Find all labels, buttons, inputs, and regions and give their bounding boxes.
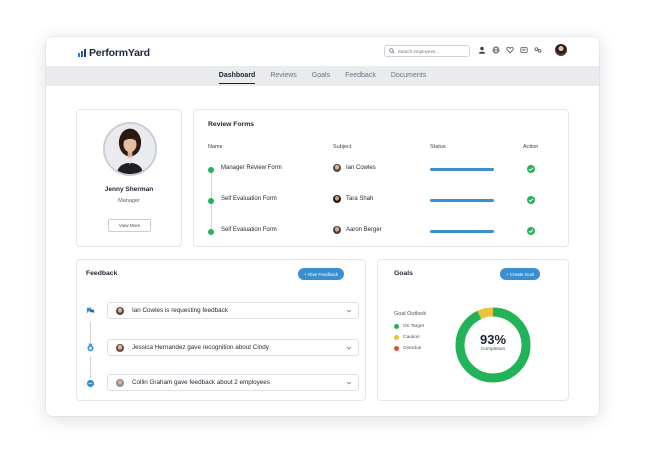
status-progress-bar [430,230,494,233]
tab-dashboard[interactable]: Dashboard [218,66,255,86]
link-icon[interactable] [534,46,542,54]
chevron-down-icon[interactable] [346,308,352,314]
legend-item: Overdue [394,346,421,351]
search-input[interactable] [397,48,469,54]
top-icon-bar [478,46,542,54]
column-header-subject: Subject [333,144,352,150]
legend-item: On Target [394,324,424,329]
legend-label: On Target [403,324,424,329]
search-icon [389,48,395,54]
subject-avatar [333,164,341,172]
subject-avatar [333,226,341,234]
goal-outlook-title: Goal Outlook [394,311,427,317]
logo-mark-icon [78,49,86,57]
legend-dot [394,346,399,351]
profile-photo [103,122,157,176]
list-item[interactable]: Jessica Hernandez gave recognition about… [107,339,359,356]
feedback-title: Feedback [86,270,118,277]
logo[interactable]: PerformYard [78,47,150,59]
feedback-card: Feedback + Give Feedback Ian Cowles is r… [76,259,366,401]
view-more-button[interactable]: View More [108,219,151,232]
review-forms-title: Review Forms [208,121,255,128]
tab-goals[interactable]: Goals [312,66,330,86]
app-window: PerformYard Dashboard Reviews Goals Feed… [46,37,599,416]
subject-name: Aaron Berger [346,227,382,233]
form-name: Self Evaluation Form [221,196,277,202]
check-icon[interactable] [527,196,535,204]
form-name: Manager Review Form [221,165,282,171]
legend-dot [394,324,399,329]
status-dot [208,229,214,235]
feedback-text: Ian Cowles is requesting feedback [132,307,228,314]
check-icon[interactable] [527,227,535,235]
goal-completion-donut: 93% Completion [454,306,532,384]
globe-icon[interactable] [492,46,500,54]
create-goal-button[interactable]: + Create Goal [500,268,541,280]
timeline-connector [90,356,91,378]
message-icon[interactable] [520,46,528,54]
subject-avatar [333,195,341,203]
main-nav: Dashboard Reviews Goals Feedback Documen… [46,66,599,86]
legend-dot [394,335,399,340]
give-feedback-button[interactable]: + Give Feedback [298,268,345,280]
avatar [116,307,124,315]
tab-documents[interactable]: Documents [391,66,426,86]
chat-icon [86,379,95,388]
chevron-down-icon[interactable] [346,345,352,351]
completion-label: Completion [480,347,506,352]
status-progress-bar [430,199,494,202]
profile-card: Jenny Sherman Manager View More [76,109,182,247]
list-item[interactable]: Collin Graham gave feedback about 2 empl… [107,374,359,391]
avatar [116,344,124,352]
status-progress-bar [430,168,494,171]
column-header-status: Status [430,144,446,150]
user-icon[interactable] [478,46,486,54]
column-header-name: Name [208,144,223,150]
chevron-down-icon[interactable] [346,380,352,386]
top-bar: PerformYard [46,37,599,66]
subject-name: Ian Cowles [346,165,376,171]
legend-item: Caution [394,335,420,340]
goals-card: Goals + Create Goal Goal Outlook On Targ… [377,259,569,401]
legend-label: Overdue [403,346,422,351]
chat-request-icon [86,306,95,315]
table-row[interactable]: Self Evaluation Form Aaron Berger [194,224,568,244]
feedback-text: Collin Graham gave feedback about 2 empl… [132,379,270,386]
tab-reviews[interactable]: Reviews [270,66,296,86]
column-header-action: Action [523,144,539,150]
logo-text: PerformYard [89,47,150,59]
profile-role: Manager [118,198,140,204]
status-dot [208,167,214,173]
timeline-connector [90,322,91,344]
status-dot [208,198,214,204]
list-item[interactable]: Ian Cowles is requesting feedback [107,302,359,319]
search-box[interactable] [384,45,470,57]
heart-icon[interactable] [506,46,514,54]
avatar[interactable] [555,44,567,56]
table-row[interactable]: Self Evaluation Form Tara Shah [194,193,568,213]
goals-title: Goals [394,270,413,277]
avatar [116,379,124,387]
review-forms-card: Review Forms Name Subject Status Action … [193,109,569,247]
table-row[interactable]: Manager Review Form Ian Cowles [194,162,568,182]
tab-feedback[interactable]: Feedback [345,66,376,86]
check-icon[interactable] [527,165,535,173]
completion-percentage: 93% [479,332,507,347]
award-icon [86,343,95,352]
profile-name: Jenny Sherman [104,186,154,193]
feedback-text: Jessica Hernandez gave recognition about… [132,344,269,351]
form-name: Self Evaluation Form [221,227,277,233]
legend-label: Caution [403,335,420,340]
subject-name: Tara Shah [346,196,374,202]
